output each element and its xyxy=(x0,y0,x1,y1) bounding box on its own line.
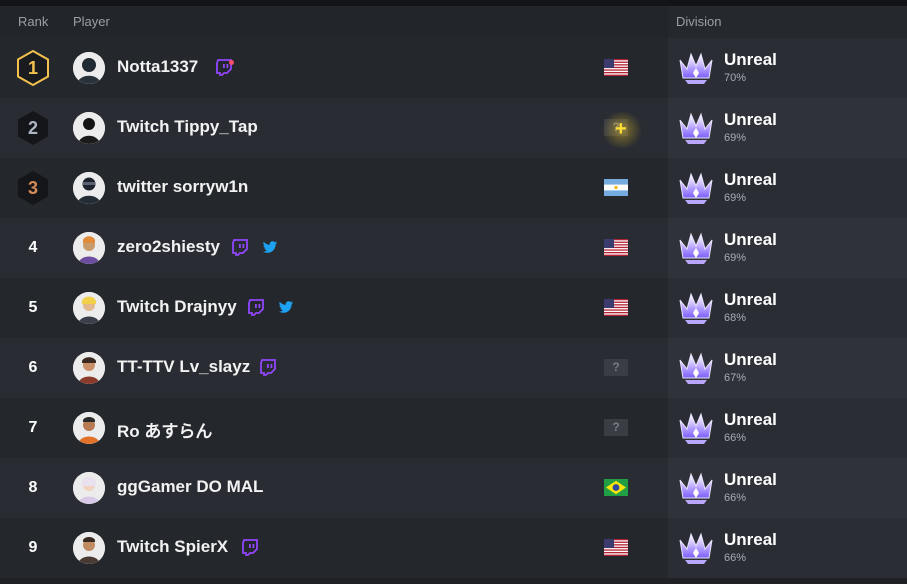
table-row[interactable]: 8 ggGamer DO MAL Unreal 66% xyxy=(0,458,907,518)
rank-number: 6 xyxy=(28,359,38,376)
division-percent: 70% xyxy=(724,72,747,84)
division-percent: 67% xyxy=(724,372,747,384)
unreal-crown-icon xyxy=(676,50,716,86)
avatar[interactable] xyxy=(73,232,105,264)
player-name[interactable]: Notta1337 xyxy=(117,57,198,77)
division-name: Unreal xyxy=(724,350,777,369)
unknown-flag-icon: ? xyxy=(604,419,628,436)
division-percent: 66% xyxy=(724,492,747,504)
division-percent: 66% xyxy=(724,432,747,444)
twitch-icon[interactable] xyxy=(247,298,265,316)
division-percent: 69% xyxy=(724,192,747,204)
rank-number: 8 xyxy=(28,479,38,496)
avatar[interactable] xyxy=(73,472,105,504)
division-name: Unreal xyxy=(724,230,777,249)
division-name: Unreal xyxy=(724,290,777,309)
player-name[interactable]: Ro あすらん xyxy=(117,417,212,442)
twitch-icon[interactable] xyxy=(241,538,259,556)
unreal-crown-icon xyxy=(676,110,716,146)
table-row[interactable]: 7 Ro あすらん ? Unreal 66% xyxy=(0,398,907,458)
unreal-crown-icon xyxy=(676,350,716,386)
rank-badge-silver: 2 xyxy=(14,109,52,147)
table-row[interactable]: 9 Twitch SpierX Unreal 66% xyxy=(0,518,907,578)
division-name: Unreal xyxy=(724,50,777,69)
table-row[interactable]: 5 Twitch Drajnyy Unreal 68% xyxy=(0,278,907,338)
avatar[interactable] xyxy=(73,352,105,384)
rank-number: 5 xyxy=(28,299,38,316)
division-percent: 68% xyxy=(724,312,747,324)
us-flag-icon xyxy=(604,539,628,556)
us-flag-icon xyxy=(604,299,628,316)
rank-badge-gold: 1 xyxy=(14,49,52,87)
rank-number: 7 xyxy=(28,419,38,436)
player-name[interactable]: Twitch SpierX xyxy=(117,537,228,557)
table-row[interactable]: 6 TT-TTV Lv_slayz ? Unreal 67% xyxy=(0,338,907,398)
unreal-crown-icon xyxy=(676,410,716,446)
crosshair-cursor-icon: + xyxy=(615,118,627,140)
table-row[interactable]: 4 zero2shiesty Unreal 69% xyxy=(0,218,907,278)
unreal-crown-icon xyxy=(676,290,716,326)
player-name[interactable]: Twitch Drajnyy xyxy=(117,297,237,317)
division-percent: 66% xyxy=(724,552,747,564)
rank-badge-bronze: 3 xyxy=(14,169,52,207)
division-percent: 69% xyxy=(724,132,747,144)
division-header: Division xyxy=(676,14,722,29)
unreal-crown-icon xyxy=(676,230,716,266)
division-name: Unreal xyxy=(724,410,777,429)
avatar[interactable] xyxy=(73,52,105,84)
argentina-flag-icon xyxy=(604,179,628,196)
rank-number: 3 xyxy=(27,178,38,198)
brazil-flag-icon xyxy=(604,479,628,496)
twitter-icon[interactable] xyxy=(277,298,295,316)
avatar[interactable] xyxy=(73,172,105,204)
avatar[interactable] xyxy=(73,412,105,444)
avatar[interactable] xyxy=(73,292,105,324)
live-indicator xyxy=(229,60,234,65)
table-row[interactable]: 2 Twitch Tippy_Tap ? Unreal 69% xyxy=(0,98,907,158)
rank-number: 4 xyxy=(28,239,38,256)
rank-number: 1 xyxy=(27,58,38,78)
player-name[interactable]: twitter sorryw1n xyxy=(117,177,248,197)
player-name[interactable]: TT-TTV Lv_slayz xyxy=(117,357,250,377)
twitch-icon[interactable] xyxy=(259,358,277,376)
rank-number: 2 xyxy=(27,118,38,138)
us-flag-icon xyxy=(604,59,628,76)
table-row[interactable]: 3 twitter sorryw1n Unreal 69% xyxy=(0,158,907,218)
rank-header: Rank xyxy=(18,14,49,29)
player-name[interactable]: zero2shiesty xyxy=(117,237,220,257)
us-flag-icon xyxy=(604,239,628,256)
division-name: Unreal xyxy=(724,170,777,189)
avatar[interactable] xyxy=(73,112,105,144)
division-name: Unreal xyxy=(724,530,777,549)
twitter-icon[interactable] xyxy=(261,238,279,256)
unreal-crown-icon xyxy=(676,170,716,206)
avatar[interactable] xyxy=(73,532,105,564)
division-name: Unreal xyxy=(724,470,777,489)
player-name[interactable]: Twitch Tippy_Tap xyxy=(117,117,258,137)
table-row[interactable]: 1 Notta1337 Unreal 70% xyxy=(0,38,907,98)
unreal-crown-icon xyxy=(676,530,716,566)
division-percent: 69% xyxy=(724,252,747,264)
player-header: Player xyxy=(73,14,110,29)
unreal-crown-icon xyxy=(676,470,716,506)
rank-number: 9 xyxy=(28,539,38,556)
table-header: Rank Player Division xyxy=(0,6,907,38)
unknown-flag-icon: ? xyxy=(604,359,628,376)
player-name[interactable]: ggGamer DO MAL xyxy=(117,477,263,497)
twitch-icon[interactable] xyxy=(231,238,249,256)
division-name: Unreal xyxy=(724,110,777,129)
